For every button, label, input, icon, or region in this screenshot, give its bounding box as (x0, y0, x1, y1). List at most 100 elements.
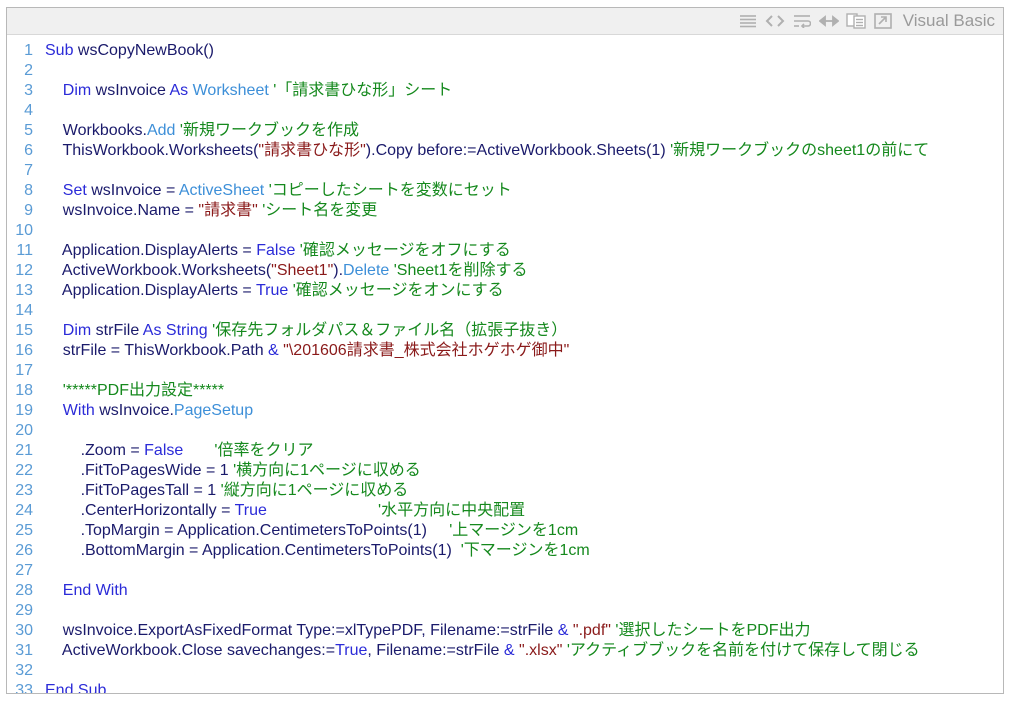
line-number: 1 (24, 42, 33, 59)
expand-icon[interactable] (818, 13, 839, 29)
code-toolbar: Visual Basic (7, 8, 1003, 35)
code-text: End Sub (45, 681, 106, 693)
keyword-token: & (503, 642, 515, 659)
code-text: '*****PDF出力設定***** (45, 381, 224, 401)
view-plain-icon[interactable] (738, 13, 758, 29)
code-line: 21 .Zoom = False '倍率をクリア (7, 441, 1003, 461)
type-token: Delete (343, 262, 390, 279)
plain-token: , Filename:=strFile (367, 642, 504, 659)
line-number: 13 (15, 282, 33, 299)
line-number: 19 (15, 402, 33, 419)
line-number: 25 (15, 522, 33, 539)
popup-icon[interactable] (873, 13, 893, 29)
keyword-token: End With (62, 582, 128, 599)
code-lines: 1 Sub wsCopyNewBook() 2 3 Dim wsInvoice As … (7, 35, 1003, 693)
code-text: End With (45, 581, 128, 601)
code-line: 9 wsInvoice.Name = "請求書" 'シート名を変更 (7, 201, 1003, 221)
line-number: 30 (15, 622, 33, 639)
comment-token: 'アクティブブックを名前を付けて保存して閉じる (566, 642, 920, 659)
string-token: ".xlsx" (519, 642, 563, 659)
code-text: .CenterHorizontally = True '水平方向に中央配置 (45, 501, 526, 521)
comment-token: '確認メッセージをオフにする (299, 242, 511, 259)
code-line: 15 Dim strFile As String '保存先フォルダパス＆ファイル… (7, 321, 1003, 341)
comment-token: '新規ワークブックのsheet1の前にて (670, 142, 930, 159)
code-text: Sub wsCopyNewBook() (45, 41, 214, 61)
code-text: wsInvoice.Name = "請求書" 'シート名を変更 (45, 201, 378, 221)
plain-token: Application.DisplayAlerts = (61, 242, 257, 259)
code-text: .FitToPagesTall = 1 '縦方向に1ページに収める (45, 481, 409, 501)
code-line: 22 .FitToPagesWide = 1 '横方向に1ページに収める (7, 461, 1003, 481)
keyword-token: As (169, 82, 189, 99)
string-token: "\201606請求書_株式会社ホゲホゲ御中" (283, 342, 570, 359)
comment-token: '保存先フォルダパス＆ファイル名（拡張子抜き） (212, 322, 568, 339)
view-source-icon[interactable] (765, 13, 785, 29)
plain-token: .FitToPagesWide = 1 (80, 462, 234, 479)
line-number: 27 (15, 562, 33, 579)
plain-token: .BottomMargin = Application.CentimetersT… (80, 542, 461, 559)
line-number: 8 (24, 182, 33, 199)
code-line: 11 Application.DisplayAlerts = False '確認… (7, 241, 1003, 261)
line-number: 21 (15, 442, 33, 459)
line-number: 28 (15, 582, 33, 599)
plain-token: ). (333, 262, 344, 279)
line-number: 9 (24, 202, 33, 219)
plain-token: .TopMargin = Application.CentimetersToPo… (80, 522, 450, 539)
code-text: Application.DisplayAlerts = True '確認メッセー… (45, 281, 504, 301)
plain-token: wsCopyNewBook() (73, 42, 214, 59)
copy-icon[interactable] (846, 13, 866, 29)
line-number: 4 (24, 102, 33, 119)
plain-token: .CenterHorizontally = (80, 502, 235, 519)
string-token: "Sheet1" (271, 262, 334, 279)
plain-token: strFile (91, 322, 143, 339)
keyword-token: String (165, 322, 208, 339)
code-line: 23 .FitToPagesTall = 1 '縦方向に1ページに収める (7, 481, 1003, 501)
code-line: 25 .TopMargin = Application.CentimetersT… (7, 521, 1003, 541)
wrap-lines-icon[interactable] (792, 13, 812, 29)
keyword-token: & (557, 622, 569, 639)
comment-token: '縦方向に1ページに収める (220, 482, 409, 499)
keyword-token: Sub (45, 42, 74, 59)
line-number: 23 (15, 482, 33, 499)
string-token: ".pdf" (572, 622, 611, 639)
code-line: 27 (7, 561, 1003, 581)
code-line: 24 .CenterHorizontally = True '水平方向に中央配置 (7, 501, 1003, 521)
code-line: 30 wsInvoice.ExportAsFixedFormat Type:=x… (7, 621, 1003, 641)
line-number: 31 (15, 642, 33, 659)
code-line: 16 strFile = ThisWorkbook.Path & "\20160… (7, 341, 1003, 361)
code-line: 7 (7, 161, 1003, 181)
plain-token: ActiveWorkbook.Worksheets( (61, 262, 272, 279)
code-line: 14 (7, 301, 1003, 321)
line-number: 18 (15, 382, 33, 399)
plain-token: ActiveWorkbook.Close savechanges:= (61, 642, 336, 659)
code-line: 19 With wsInvoice.PageSetup (7, 401, 1003, 421)
code-line: 20 (7, 421, 1003, 441)
keyword-token: Dim (62, 82, 92, 99)
keyword-token: False (144, 442, 184, 459)
line-number: 22 (15, 462, 33, 479)
code-line: 31 ActiveWorkbook.Close savechanges:=Tru… (7, 641, 1003, 661)
keyword-token: Dim (62, 322, 92, 339)
keyword-token: True (255, 282, 289, 299)
line-number: 26 (15, 542, 33, 559)
comment-token: '上マージンを1cm (449, 522, 579, 539)
language-label: Visual Basic (902, 11, 995, 30)
comment-token: '選択したシートをPDF出力 (615, 622, 811, 639)
line-number: 6 (24, 142, 33, 159)
plain-token: Application.DisplayAlerts = (61, 282, 256, 299)
code-line: 13 Application.DisplayAlerts = True '確認メ… (7, 281, 1003, 301)
code-line: 8 Set wsInvoice = ActiveSheet 'コピーしたシートを… (7, 181, 1003, 201)
code-text: strFile = ThisWorkbook.Path & "\201606請求… (45, 341, 570, 361)
